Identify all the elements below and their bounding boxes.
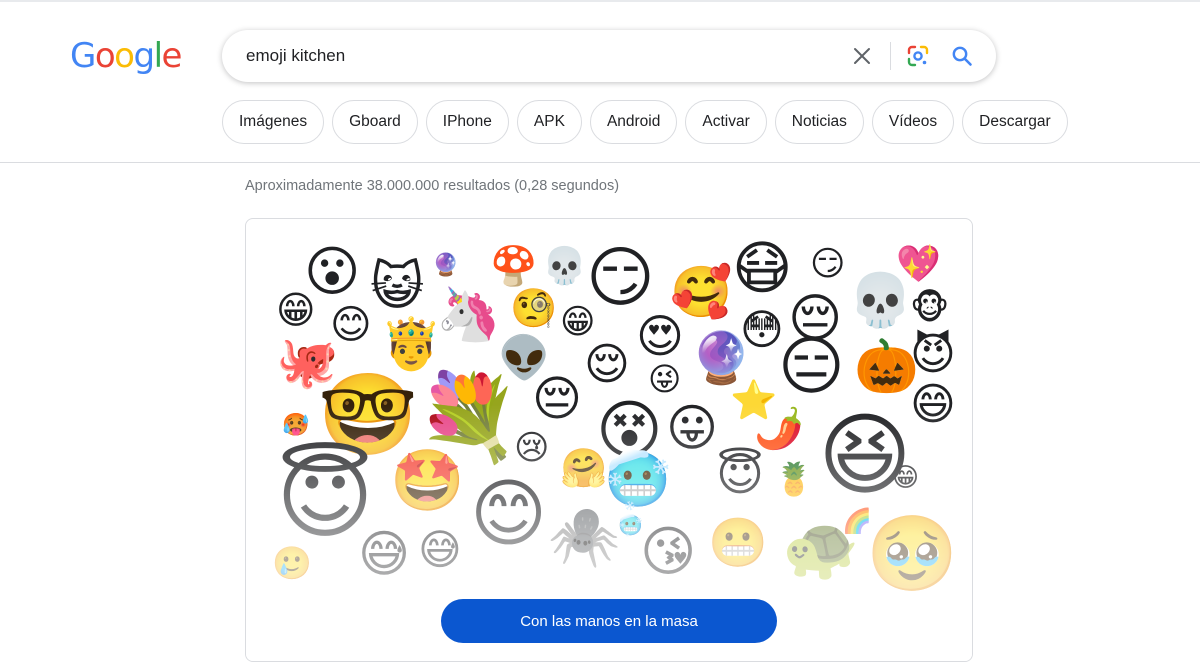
emoji-collage: 😮 😺 🔮 🍄 💀 😏 🥰 😷 😏 💖 😁 😊 🦄 🧐 😁 😍 😳 😔 💀 🐵 🐙 🤴 👽 😌 😜 🔮 😑 🎃 😈 🤓 💐 😔 😵 😛 ⭐ 🌶️ 😆 😄 🥵… xyxy=(246,219,972,661)
emoji-sticker[interactable]: 😔 xyxy=(532,375,582,423)
emoji-sticker[interactable]: 🐵 xyxy=(910,291,949,325)
emoji-sticker[interactable]: 😈 xyxy=(910,333,956,377)
logo-letter-1: G xyxy=(70,36,96,76)
emoji-sticker[interactable]: 😅 xyxy=(418,529,462,571)
search-divider xyxy=(890,42,891,70)
chip-iphone[interactable]: IPhone xyxy=(425,100,509,144)
google-lens-icon xyxy=(907,45,929,67)
close-icon xyxy=(854,48,870,64)
emoji-sticker[interactable]: 🍄 xyxy=(490,247,537,285)
chip-activar[interactable]: Activar xyxy=(685,100,767,144)
emoji-sticker[interactable]: 🔮 xyxy=(690,333,752,383)
emoji-sticker[interactable]: 🤩 xyxy=(390,451,465,511)
result-stats: Aproximadamente 38.000.000 resultados (0… xyxy=(245,178,620,194)
emoji-sticker[interactable]: 😁 xyxy=(892,465,919,491)
emoji-sticker[interactable]: 😑 xyxy=(778,335,845,399)
emoji-sticker[interactable]: 💀 xyxy=(848,275,913,327)
emoji-sticker[interactable]: 🤴 xyxy=(380,319,442,369)
search-input[interactable] xyxy=(246,30,826,82)
header-divider xyxy=(0,162,1200,163)
logo-letter-3: o xyxy=(114,36,135,76)
emoji-sticker[interactable]: 😘 xyxy=(640,525,696,579)
emoji-sticker[interactable]: 🥶 xyxy=(604,453,671,507)
google-lens-button[interactable] xyxy=(904,42,932,70)
emoji-sticker[interactable]: 😊 xyxy=(470,477,547,551)
emoji-sticker[interactable]: 😌 xyxy=(584,343,630,387)
logo-letter-4: g xyxy=(133,36,155,76)
emoji-sticker[interactable]: 😅 xyxy=(358,529,410,579)
logo-letter-5: l xyxy=(153,36,163,76)
emoji-sticker[interactable]: 😜 xyxy=(648,363,681,395)
emoji-sticker[interactable]: 💀 xyxy=(542,249,587,285)
google-logo[interactable]: G o o g l e xyxy=(70,36,183,76)
clear-search-button[interactable] xyxy=(848,42,876,70)
chip-videos[interactable]: Vídeos xyxy=(871,100,955,144)
emoji-sticker[interactable]: 🦄 xyxy=(436,289,501,341)
emoji-sticker[interactable]: 😄 xyxy=(910,383,956,427)
emoji-sticker[interactable]: 🥹 xyxy=(866,517,958,591)
start-cooking-button[interactable]: Con las manos en la masa xyxy=(441,599,777,643)
chip-apk[interactable]: APK xyxy=(516,100,582,144)
emoji-sticker[interactable]: 😷 xyxy=(732,239,792,297)
emoji-sticker[interactable]: 🌶️ xyxy=(754,409,804,449)
emoji-sticker[interactable]: 🍍 xyxy=(774,463,814,495)
emoji-sticker[interactable]: 😢 xyxy=(514,431,549,465)
emoji-sticker[interactable]: 😍 xyxy=(636,313,684,359)
chip-descargar[interactable]: Descargar xyxy=(962,100,1068,144)
chip-imagenes[interactable]: Imágenes xyxy=(222,100,325,144)
emoji-sticker[interactable]: 🥵 xyxy=(282,415,309,437)
emoji-sticker[interactable]: 😁 xyxy=(276,291,316,329)
chip-gboard[interactable]: Gboard xyxy=(332,100,418,144)
chip-android[interactable]: Android xyxy=(589,100,678,144)
emoji-sticker[interactable]: 😇 xyxy=(716,451,764,497)
emoji-sticker[interactable]: 🔮 xyxy=(432,255,459,277)
chip-noticias[interactable]: Noticias xyxy=(774,100,864,144)
emoji-sticker[interactable]: 😛 xyxy=(666,403,718,453)
logo-letter-6: e xyxy=(161,36,183,76)
emoji-sticker[interactable]: 😏 xyxy=(810,247,845,281)
emoji-sticker[interactable]: 😏 xyxy=(586,245,655,311)
emoji-sticker[interactable]: 😺 xyxy=(370,261,424,313)
filter-chips: Imágenes Gboard IPhone APK Android Activ… xyxy=(222,100,1068,144)
top-divider xyxy=(0,0,1200,2)
emoji-kitchen-card: 😮 😺 🔮 🍄 💀 😏 🥰 😷 😏 💖 😁 😊 🦄 🧐 😁 😍 😳 😔 💀 🐵 🐙 🤴 👽 😌 😜 🔮 😑 🎃 😈 🤓 💐 😔 😵 😛 ⭐ 🌶️ 😆 😄 🥵… xyxy=(245,218,973,662)
search-button[interactable] xyxy=(948,42,976,70)
search-icon xyxy=(952,46,972,66)
emoji-sticker[interactable]: 😬 xyxy=(708,519,768,567)
search-box[interactable] xyxy=(222,30,996,82)
logo-letter-2: o xyxy=(94,36,116,76)
emoji-sticker[interactable]: 🥲 xyxy=(272,547,312,579)
emoji-sticker[interactable]: 😁 xyxy=(560,305,595,339)
emoji-sticker[interactable]: 🕷️ xyxy=(548,507,620,565)
emoji-sticker[interactable]: 🧐 xyxy=(510,289,557,327)
emoji-sticker[interactable]: 🤗 xyxy=(560,449,607,487)
